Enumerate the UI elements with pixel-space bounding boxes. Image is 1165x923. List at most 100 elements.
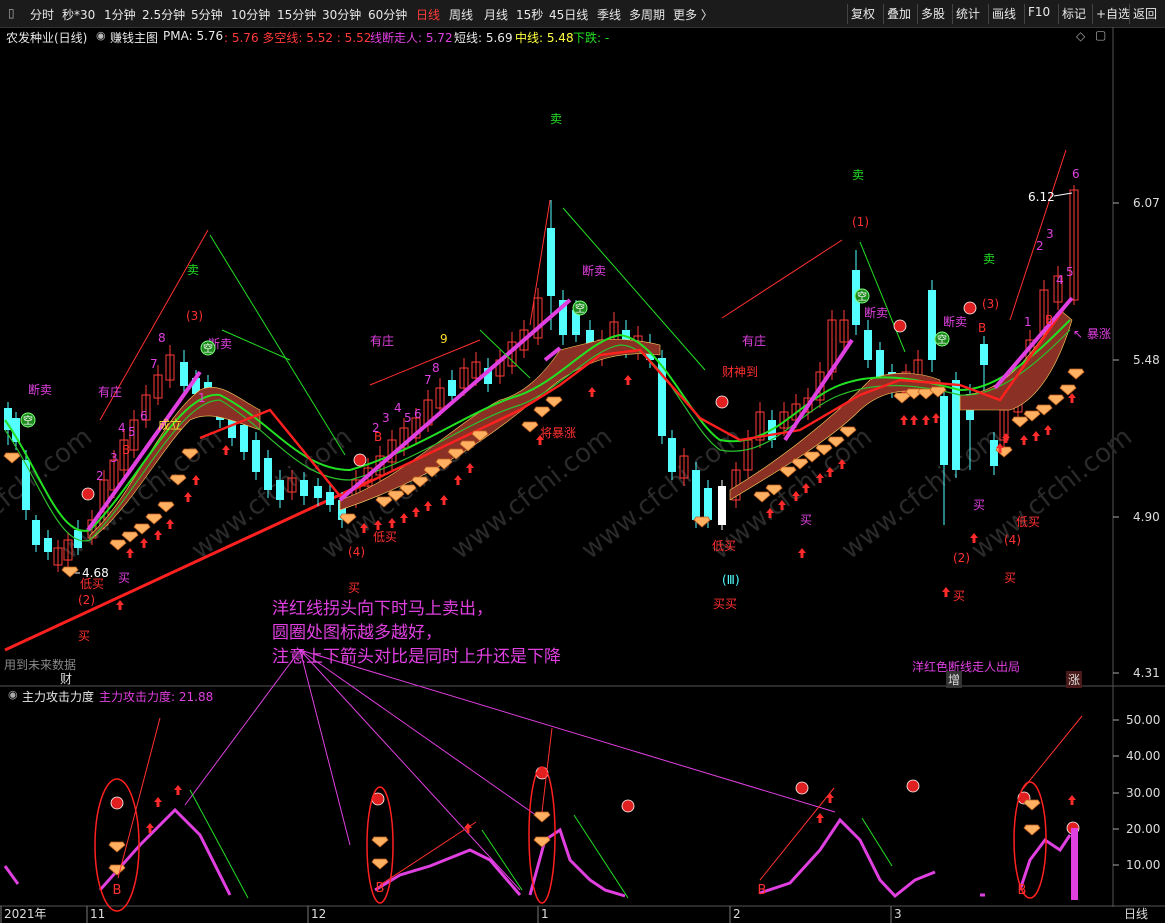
- price-high-pointer: [1053, 192, 1073, 197]
- chart-label-19: 买买: [713, 597, 737, 611]
- up-arrow-2: [140, 538, 148, 548]
- sub-b-label-1: B: [376, 881, 385, 896]
- sub-tick-1: 40.00: [1126, 749, 1160, 763]
- pma-value: PMA: 5.76: [163, 29, 224, 43]
- chart-label-29: 成立: [158, 417, 182, 432]
- wave-count-13: 7: [424, 373, 432, 387]
- chart-label-0: 断卖: [28, 382, 52, 397]
- period-2[interactable]: 1分钟: [104, 6, 136, 23]
- candle-body-38: [448, 380, 456, 396]
- wave-count-15: 1: [1024, 315, 1032, 329]
- period-13[interactable]: 45日线: [549, 6, 588, 23]
- period-7[interactable]: 30分钟: [322, 6, 361, 23]
- wave-count-3: 5: [128, 425, 136, 439]
- up-arrow-4: [166, 519, 174, 529]
- period-14[interactable]: 季线: [597, 6, 621, 23]
- period-11[interactable]: 月线: [484, 6, 508, 23]
- sub-b-label-0: B: [113, 883, 122, 898]
- chart-label-9: 财神到: [722, 365, 758, 379]
- period-16[interactable]: 更多 〉: [673, 6, 713, 23]
- sub-diamond-5: [533, 836, 551, 848]
- chart-label-26: 低买: [373, 530, 397, 544]
- sub-tick-4: 10.00: [1126, 858, 1160, 872]
- chart-label-1: 有庄: [98, 384, 122, 399]
- sub-b-label-3: B: [1018, 883, 1027, 898]
- period-3[interactable]: 2.5分钟: [142, 6, 185, 23]
- up-arrow-31: [932, 413, 940, 423]
- panel-toggle-icon[interactable]: ▯: [8, 6, 15, 20]
- sub-guide-4: [1021, 715, 1083, 791]
- toolbar-button-4[interactable]: 画线: [988, 4, 1019, 24]
- sub-line-4: [759, 817, 936, 899]
- chart-label-21: 买: [953, 589, 965, 603]
- toolbar-button-8[interactable]: 返回: [1129, 4, 1160, 24]
- xaxis-label-1: 11: [90, 907, 105, 921]
- period-1[interactable]: 秒*30: [62, 6, 95, 23]
- up-arrow-14: [440, 495, 448, 505]
- chart-label-16: 买: [78, 629, 90, 643]
- candle-body-46: [547, 228, 555, 296]
- toolbar-button-0[interactable]: 复权: [847, 4, 878, 24]
- note-pointer-2: [299, 649, 541, 819]
- period-12[interactable]: 15秒: [516, 6, 543, 23]
- up-arrow-1: [126, 548, 134, 558]
- candle-body-3: [32, 520, 40, 545]
- period-8[interactable]: 60分钟: [368, 6, 407, 23]
- up-arrow-6: [192, 475, 200, 485]
- toolbar-button-7[interactable]: +自选: [1092, 4, 1133, 24]
- sub-diamond-0: [108, 841, 126, 853]
- toolbar-button-2[interactable]: 多股: [917, 4, 948, 24]
- period-9[interactable]: 日线: [416, 6, 440, 23]
- period-10[interactable]: 周线: [449, 6, 473, 23]
- window-toggle-icon[interactable]: ▢: [1095, 28, 1106, 42]
- note-pointer-0: [184, 649, 301, 806]
- chart-label-23: (Ⅲ): [722, 573, 740, 587]
- period-5[interactable]: 10分钟: [231, 6, 270, 23]
- sub-bar-spike: [1071, 828, 1078, 900]
- up-arrow-19: [624, 375, 632, 385]
- wave-count-14: 8: [432, 361, 440, 375]
- up-arrow-18: [588, 387, 596, 397]
- diamond-icon-0: [3, 452, 21, 464]
- chart-label-41: 6: [1072, 167, 1080, 181]
- toolbar-button-6[interactable]: 标记: [1058, 4, 1089, 24]
- chart-label-28: 低买: [1016, 515, 1040, 529]
- candle-body-78: [940, 396, 948, 465]
- diamond-icon-6: [157, 501, 175, 513]
- chart-label-39: B: [978, 321, 986, 335]
- up-arrow-39: [1068, 393, 1076, 403]
- diamond-icon[interactable]: ◇: [1076, 29, 1085, 43]
- candle-body-77: [928, 290, 936, 360]
- up-arrow-15: [454, 475, 462, 485]
- period-15[interactable]: 多周期: [629, 6, 665, 23]
- sub-up-arrow-1: [154, 797, 162, 807]
- wave-count-17: 3: [1046, 227, 1054, 241]
- period-4[interactable]: 5分钟: [191, 6, 223, 23]
- chart-label-37: B: [122, 443, 130, 457]
- sub-up-arrow-2: [174, 785, 182, 795]
- mid-value: 中线: 5.48: [515, 31, 574, 45]
- sub-tick-0: 50.00: [1126, 713, 1160, 727]
- up-arrow-32: [942, 587, 950, 597]
- up-arrow-37: [1032, 431, 1040, 441]
- toolbar-button-1[interactable]: 叠加: [883, 4, 914, 24]
- period-6[interactable]: 15分钟: [277, 6, 316, 23]
- wave-count-5: 7: [150, 357, 158, 371]
- candle-body-2: [22, 460, 30, 510]
- chart-label-35: (2): [953, 551, 970, 565]
- sub-toggle-icon[interactable]: ◉: [8, 688, 18, 701]
- wave-count-16: 2: [1036, 239, 1044, 253]
- sub-diamond-2: [371, 836, 389, 848]
- indicator-menu-icon[interactable]: ◉: [96, 29, 106, 42]
- toolbar-button-3[interactable]: 统计: [952, 4, 983, 24]
- red-badge-7: [110, 796, 124, 810]
- red-badge-4: [963, 301, 977, 315]
- diamond-icon-41: [1067, 368, 1085, 380]
- chart-label-13: 卖: [983, 252, 995, 266]
- up-arrow-13: [424, 501, 432, 511]
- toolbar-button-5[interactable]: F10: [1024, 4, 1053, 24]
- price-tick-2: 4.90: [1133, 510, 1160, 524]
- sub-title: 主力攻击力度: [22, 690, 95, 704]
- sub-diamond-4: [533, 811, 551, 823]
- period-0[interactable]: 分时: [30, 6, 54, 23]
